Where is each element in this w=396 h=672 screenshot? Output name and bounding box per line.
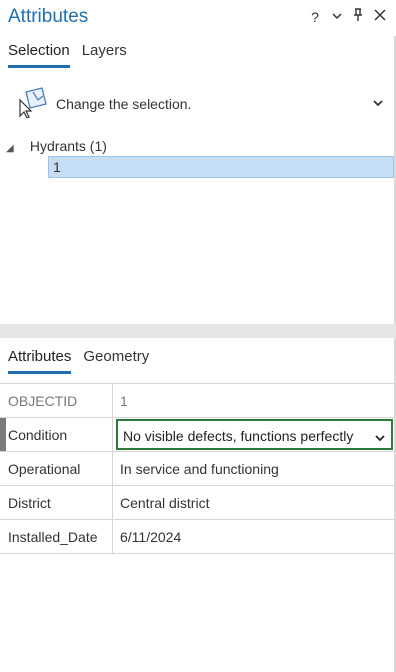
change-selection-row[interactable]: Change the selection.	[16, 86, 390, 122]
selection-layers-tabs: Selection Layers	[8, 42, 127, 68]
tab-attributes[interactable]: Attributes	[8, 348, 72, 374]
tree-layer-node[interactable]: ◢ Hydrants (1)	[6, 138, 107, 154]
field-value[interactable]: Central district	[120, 495, 209, 511]
attribute-row-operational[interactable]: Operational In service and functioning	[0, 452, 394, 486]
attributes-geometry-tabs: Attributes Geometry	[8, 348, 149, 374]
tree-feature-item[interactable]: 1	[48, 156, 394, 178]
field-name: Condition	[8, 427, 68, 443]
help-icon[interactable]: ?	[307, 8, 323, 26]
pane-title-bar: Attributes ?	[0, 0, 396, 36]
column-divider	[112, 384, 113, 417]
tab-selection[interactable]: Selection	[8, 42, 70, 68]
collapse-triangle-icon[interactable]: ◢	[6, 143, 20, 154]
tree-layer-label: Hydrants (1)	[29, 138, 107, 154]
attribute-row-district[interactable]: District Central district	[0, 486, 394, 520]
column-divider	[112, 520, 113, 553]
pin-icon[interactable]	[350, 8, 366, 26]
pane-options-icon[interactable]	[329, 8, 345, 26]
tab-layers[interactable]: Layers	[82, 42, 127, 68]
attribute-row-installed-date[interactable]: Installed_Date 6/11/2024	[0, 520, 394, 554]
chevron-down-icon[interactable]	[372, 96, 384, 108]
field-value[interactable]: In service and functioning	[120, 461, 279, 477]
field-name: Operational	[8, 461, 81, 477]
field-value[interactable]: 6/11/2024	[120, 529, 181, 545]
change-selection-icon	[16, 86, 48, 119]
row-selection-marker	[0, 418, 6, 451]
attribute-row-condition[interactable]: Condition No visible defects, functions …	[0, 418, 394, 452]
column-divider	[112, 452, 113, 485]
field-name: District	[8, 495, 51, 511]
column-divider	[112, 418, 113, 451]
change-selection-label: Change the selection.	[56, 96, 192, 112]
field-name: Installed_Date	[8, 529, 98, 545]
field-name: OBJECTID	[8, 393, 78, 409]
field-value: 1	[120, 393, 128, 409]
close-icon[interactable]	[372, 8, 388, 26]
attribute-table: OBJECTID 1 Condition No visible defects,…	[0, 383, 394, 554]
pane-splitter[interactable]	[0, 324, 396, 338]
pane-title: Attributes	[8, 6, 89, 27]
tab-geometry[interactable]: Geometry	[83, 348, 149, 374]
condition-value-dropdown[interactable]: No visible defects, functions perfectly	[116, 419, 393, 450]
attribute-row-objectid[interactable]: OBJECTID 1	[0, 384, 394, 418]
column-divider	[112, 486, 113, 519]
dropdown-selected-value: No visible defects, functions perfectly	[123, 428, 354, 444]
chevron-down-icon[interactable]	[375, 430, 385, 442]
